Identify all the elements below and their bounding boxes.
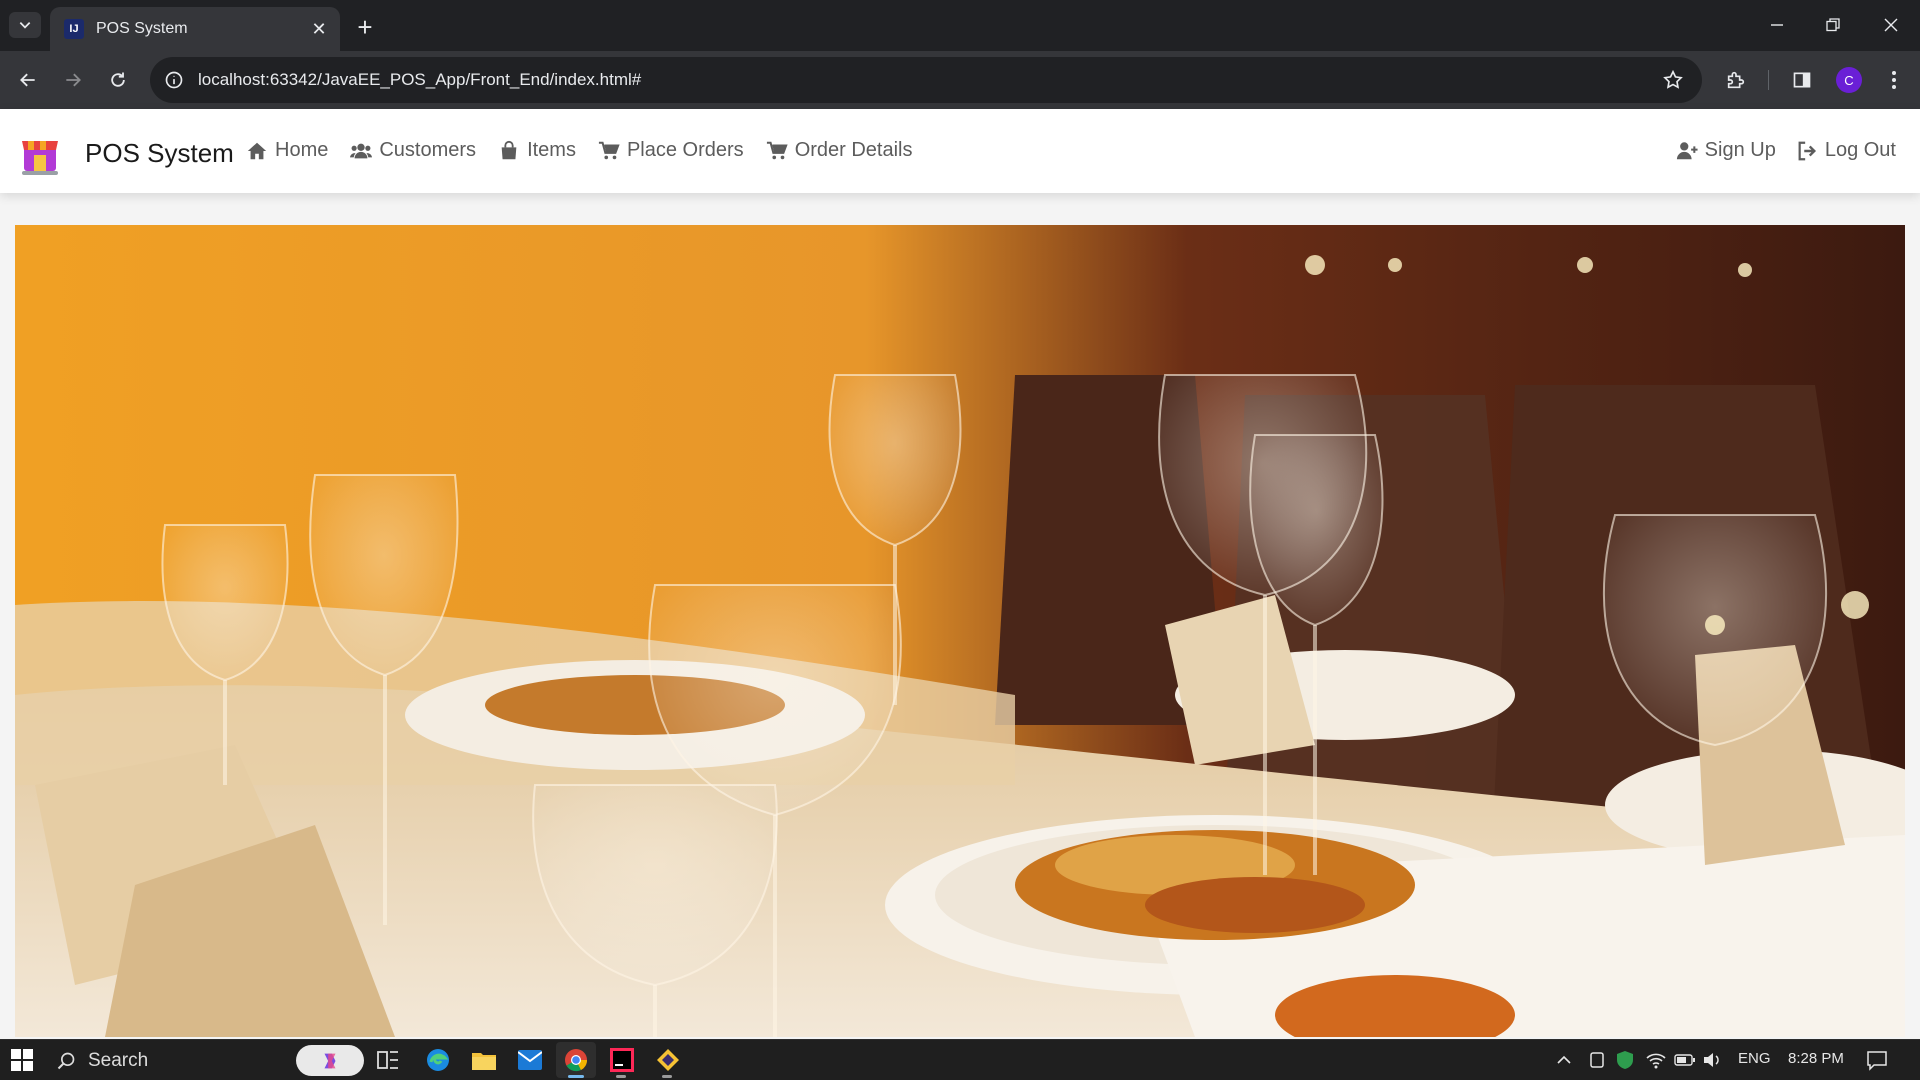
kebab-menu-icon bbox=[1892, 71, 1896, 89]
file-explorer-icon[interactable] bbox=[472, 1050, 496, 1070]
side-panel-icon bbox=[1793, 72, 1811, 88]
hero-restaurant-image bbox=[15, 225, 1905, 1037]
nav-items[interactable]: Items bbox=[498, 139, 576, 162]
mail-icon[interactable] bbox=[518, 1050, 542, 1070]
chrome-taskbar-button[interactable] bbox=[556, 1042, 596, 1078]
copilot-icon bbox=[324, 1053, 336, 1068]
volume-icon[interactable] bbox=[1702, 1051, 1722, 1069]
active-indicator bbox=[568, 1075, 584, 1078]
language-indicator[interactable]: ENG bbox=[1738, 1050, 1771, 1067]
tab-title: POS System bbox=[96, 20, 188, 37]
nav-order-details[interactable]: Order Details bbox=[766, 139, 913, 162]
nav-links: Home Customers Items Place Orders Order … bbox=[246, 139, 913, 162]
browser-menu-button[interactable] bbox=[1876, 62, 1912, 98]
task-view-icon[interactable] bbox=[377, 1049, 399, 1071]
bag-icon bbox=[501, 140, 517, 159]
info-icon[interactable] bbox=[164, 70, 184, 90]
nav-home[interactable]: Home bbox=[246, 139, 328, 162]
arrow-right-icon bbox=[66, 73, 81, 87]
user-plus-icon bbox=[1676, 141, 1698, 159]
puzzle-icon bbox=[1727, 71, 1745, 89]
search-icon bbox=[57, 1052, 75, 1069]
shield-icon[interactable] bbox=[1616, 1050, 1634, 1070]
browser-tab-active[interactable]: IJ POS System ✕ bbox=[50, 7, 340, 51]
profile-avatar[interactable]: C bbox=[1836, 67, 1862, 93]
intellij-favicon-icon: IJ bbox=[64, 19, 84, 39]
back-button[interactable] bbox=[10, 62, 46, 98]
users-icon bbox=[350, 143, 373, 158]
nav-customers[interactable]: Customers bbox=[350, 139, 476, 162]
chrome-icon bbox=[565, 1049, 588, 1072]
reload-icon bbox=[111, 72, 125, 87]
forward-button[interactable] bbox=[55, 62, 91, 98]
toolbar-divider bbox=[1768, 70, 1769, 90]
close-window-button[interactable] bbox=[1864, 8, 1918, 42]
nav-log-out[interactable]: Log Out bbox=[1796, 139, 1896, 162]
bookmark-star-button[interactable] bbox=[1655, 62, 1691, 98]
home-icon bbox=[247, 142, 267, 159]
nav-home-label: Home bbox=[275, 139, 329, 161]
git-tool-icon bbox=[657, 1049, 679, 1071]
battery-icon[interactable] bbox=[1674, 1052, 1696, 1068]
open-indicator bbox=[616, 1075, 626, 1078]
url-text[interactable]: localhost:63342/JavaEE_POS_App/Front_End… bbox=[198, 70, 641, 90]
side-panel-button[interactable] bbox=[1784, 62, 1820, 98]
notification-icon[interactable] bbox=[1866, 1049, 1888, 1071]
chevron-down-icon bbox=[19, 22, 31, 29]
store-logo-icon[interactable] bbox=[20, 133, 60, 177]
edge-icon[interactable] bbox=[426, 1048, 450, 1072]
restaurant-table-illustration bbox=[15, 225, 1905, 1037]
nav-sign-up[interactable]: Sign Up bbox=[1676, 139, 1776, 162]
close-tab-icon[interactable]: ✕ bbox=[308, 19, 330, 40]
cart-icon bbox=[766, 141, 788, 159]
device-icon[interactable] bbox=[1588, 1051, 1606, 1069]
nav-place-orders[interactable]: Place Orders bbox=[598, 139, 744, 162]
open-indicator bbox=[662, 1075, 672, 1078]
cart-icon bbox=[598, 141, 620, 159]
restore-icon bbox=[1826, 18, 1840, 32]
nav-auth-links: Sign Up Log Out bbox=[1676, 139, 1896, 162]
tab-search-button[interactable] bbox=[9, 12, 41, 38]
minimize-button[interactable] bbox=[1750, 8, 1804, 42]
git-tool-taskbar-button[interactable] bbox=[648, 1042, 688, 1078]
star-icon bbox=[1663, 69, 1683, 89]
nav-items-label: Items bbox=[527, 139, 576, 161]
chevron-up-icon[interactable] bbox=[1556, 1052, 1572, 1068]
address-bar[interactable]: localhost:63342/JavaEE_POS_App/Front_End… bbox=[150, 57, 1702, 103]
extensions-button[interactable] bbox=[1718, 62, 1754, 98]
logout-icon bbox=[1798, 141, 1816, 160]
nav-order-details-label: Order Details bbox=[794, 139, 913, 161]
reload-button[interactable] bbox=[100, 62, 136, 98]
nav-place-orders-label: Place Orders bbox=[626, 139, 744, 161]
wifi-icon[interactable] bbox=[1646, 1051, 1666, 1069]
clock[interactable]: 8:28 PM bbox=[1788, 1050, 1844, 1067]
close-icon bbox=[1884, 18, 1898, 32]
minimize-icon bbox=[1771, 24, 1783, 26]
taskbar-search-label: Search bbox=[88, 1049, 149, 1071]
arrow-left-icon bbox=[20, 73, 35, 87]
new-tab-button[interactable]: + bbox=[350, 12, 380, 42]
copilot-button[interactable] bbox=[296, 1045, 364, 1076]
nav-sign-up-label: Sign Up bbox=[1704, 139, 1776, 161]
nav-log-out-label: Log Out bbox=[1824, 139, 1896, 161]
intellij-icon bbox=[610, 1048, 634, 1072]
restore-button[interactable] bbox=[1806, 8, 1860, 42]
windows-start-icon[interactable] bbox=[11, 1049, 33, 1071]
nav-customers-label: Customers bbox=[379, 139, 477, 161]
brand-title[interactable]: POS System bbox=[85, 138, 234, 169]
intellij-taskbar-button[interactable] bbox=[602, 1042, 642, 1078]
